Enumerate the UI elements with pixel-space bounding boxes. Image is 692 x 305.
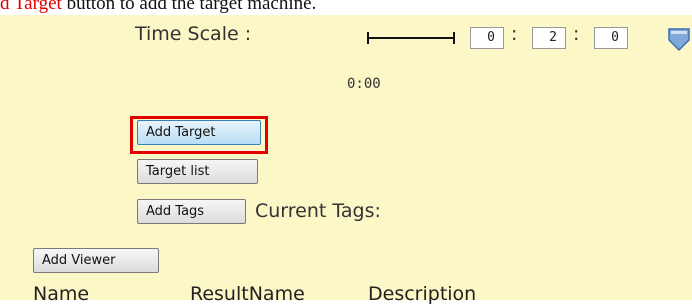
minutes-input[interactable]: 2: [532, 27, 566, 49]
caption-text: button to add the target machine.: [61, 0, 317, 14]
time-readout: 0:00: [347, 76, 381, 92]
target-panel: Time Scale : 0 : 2 : 0 0:00 Add Target T…: [0, 15, 692, 305]
slider-end-cap: [453, 32, 455, 44]
seconds-input[interactable]: 0: [594, 27, 628, 49]
time-separator: :: [511, 23, 518, 45]
time-scale-label: Time Scale :: [135, 23, 252, 45]
add-target-button[interactable]: Add Target: [137, 120, 261, 145]
column-header-result-name: ResultName: [190, 283, 305, 305]
target-list-button[interactable]: Target list: [137, 159, 258, 184]
caption-highlight: d Target: [0, 0, 62, 14]
time-slider-track[interactable]: [367, 37, 455, 39]
time-separator: :: [573, 23, 580, 45]
add-tags-button[interactable]: Add Tags: [137, 199, 246, 224]
column-header-name: Name: [33, 283, 90, 305]
current-tags-label: Current Tags:: [255, 200, 381, 222]
hours-input[interactable]: 0: [470, 27, 504, 49]
column-header-description: Description: [368, 283, 477, 305]
slider-handle-icon[interactable]: [666, 27, 692, 53]
add-viewer-button[interactable]: Add Viewer: [33, 248, 159, 273]
